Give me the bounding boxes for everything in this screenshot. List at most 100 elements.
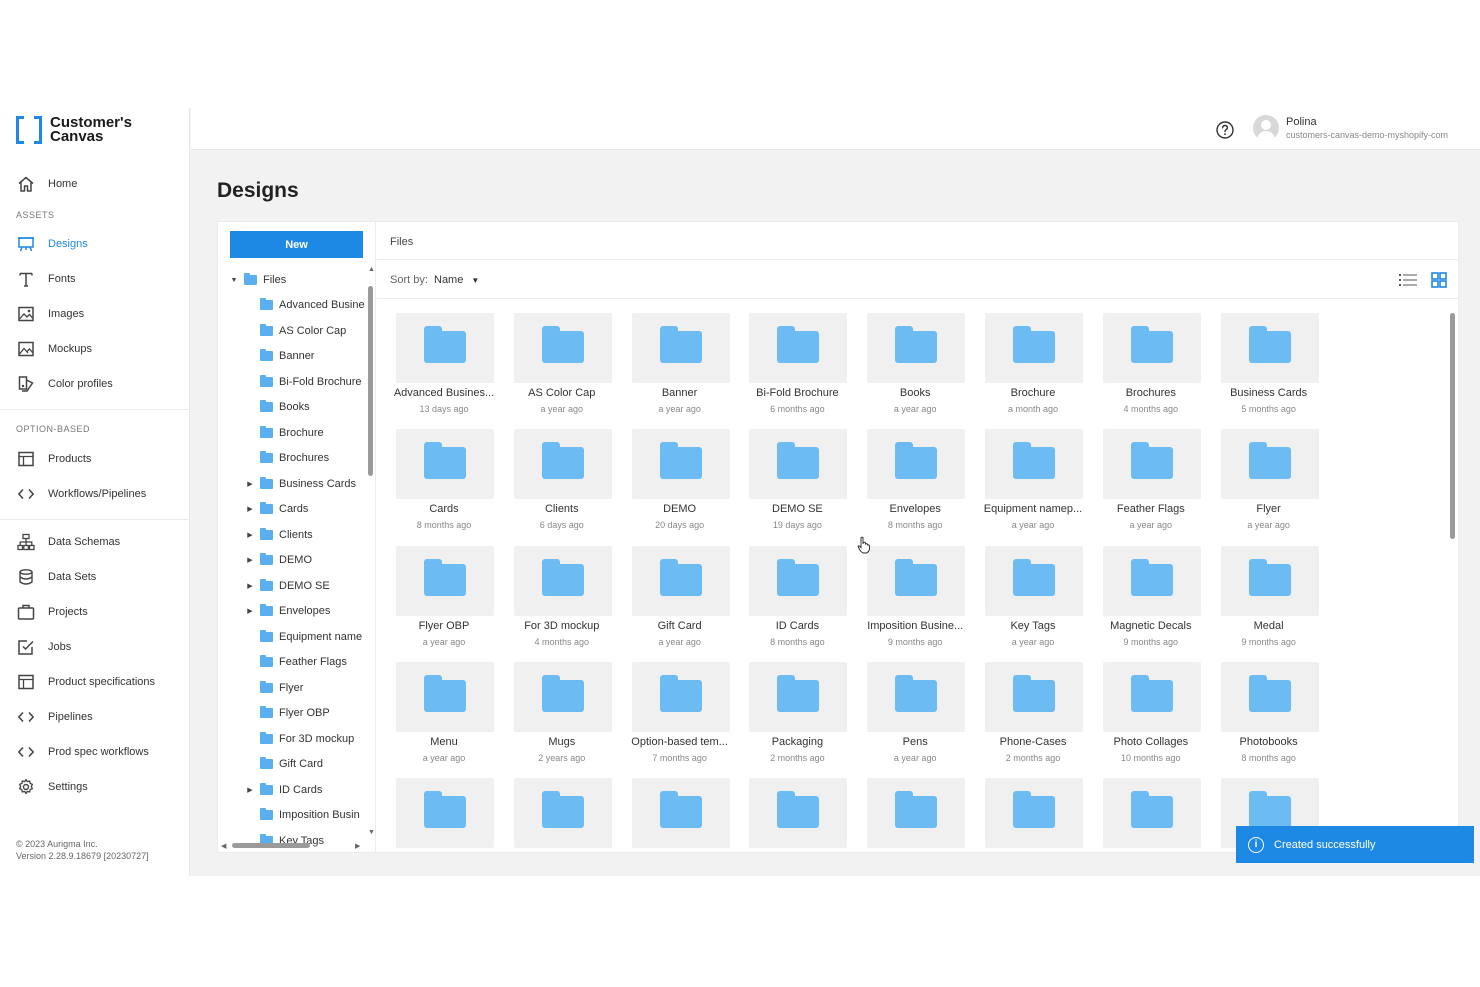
folder-tile[interactable]: Imposition Busine... 9 months ago bbox=[857, 545, 973, 656]
tree-item[interactable]: AS Color Cap bbox=[246, 322, 346, 340]
folder-tile[interactable]: Books a year ago bbox=[857, 313, 973, 423]
tree-item[interactable]: Brochure bbox=[246, 424, 324, 442]
folder-tile[interactable]: Cards 8 months ago bbox=[386, 429, 502, 539]
tree-horizontal-scrollbar[interactable] bbox=[222, 842, 362, 848]
folder-tile[interactable]: Brochures 4 months ago bbox=[1093, 313, 1209, 423]
sidebar-item-products[interactable]: Products bbox=[0, 444, 190, 474]
folder-tile[interactable]: Equipment namep... a year ago bbox=[975, 429, 1091, 539]
folder-tile[interactable]: Photobooks 8 months ago bbox=[1211, 661, 1327, 772]
folder-tile[interactable] bbox=[622, 778, 738, 849]
new-button[interactable]: New bbox=[230, 231, 363, 258]
sidebar-item-images[interactable]: Images bbox=[0, 299, 190, 329]
help-icon[interactable] bbox=[1215, 120, 1235, 140]
tree-hscroll-thumb[interactable] bbox=[232, 843, 310, 848]
tree-item[interactable]: Brochures bbox=[246, 449, 329, 467]
tree-item[interactable]: Bi-Fold Brochure bbox=[246, 373, 362, 391]
folder-tile[interactable] bbox=[504, 778, 620, 849]
folder-tile[interactable]: Key Tags a year ago bbox=[975, 545, 1091, 656]
sort-dropdown[interactable]: Name ▼ bbox=[434, 274, 479, 286]
scroll-down-arrow-icon[interactable]: ▼ bbox=[368, 829, 375, 836]
sidebar-item-fonts[interactable]: Fonts bbox=[0, 264, 190, 294]
tree-item[interactable]: Imposition Busin bbox=[246, 806, 360, 824]
tree-item[interactable]: Equipment name bbox=[246, 628, 362, 646]
tree-item[interactable]: Flyer OBP bbox=[246, 704, 330, 722]
caret-right-icon[interactable]: ▶ bbox=[246, 480, 254, 488]
logo[interactable]: Customer's Canvas bbox=[16, 115, 150, 144]
folder-tile[interactable]: Business Cards 5 months ago bbox=[1211, 313, 1327, 423]
folder-tile[interactable]: Flyer a year ago bbox=[1211, 429, 1327, 539]
folder-tile[interactable]: Photo Collages 10 months ago bbox=[1093, 661, 1209, 772]
folder-tile[interactable]: DEMO 20 days ago bbox=[622, 429, 738, 539]
sidebar-item-data-sets[interactable]: Data Sets bbox=[0, 562, 190, 592]
folder-tile[interactable]: DEMO SE 19 days ago bbox=[739, 429, 855, 539]
sidebar-item-prod-spec-workflows[interactable]: Prod spec workflows bbox=[0, 737, 190, 767]
list-view-icon[interactable] bbox=[1398, 271, 1418, 289]
caret-right-icon[interactable]: ▶ bbox=[246, 505, 254, 513]
scroll-left-arrow-icon[interactable]: ◀ bbox=[221, 842, 226, 850]
scroll-right-arrow-icon[interactable]: ▶ bbox=[355, 842, 360, 850]
folder-tile[interactable]: Phone-Cases 2 months ago bbox=[975, 661, 1091, 772]
folder-tile[interactable]: Envelopes 8 months ago bbox=[857, 429, 973, 539]
tree-item[interactable]: ▶ Business Cards bbox=[246, 475, 356, 493]
folder-tile[interactable]: Flyer OBP a year ago bbox=[386, 545, 502, 656]
folder-tile[interactable]: Option-based tem... 7 months ago bbox=[622, 661, 738, 772]
folder-tile[interactable]: Feather Flags a year ago bbox=[1093, 429, 1209, 539]
grid-vertical-scrollbar[interactable] bbox=[1450, 307, 1455, 852]
sidebar-item-jobs[interactable]: Jobs bbox=[0, 632, 190, 662]
caret-right-icon[interactable]: ▶ bbox=[246, 582, 254, 590]
avatar[interactable] bbox=[1253, 115, 1279, 141]
tree-item[interactable]: ▶ DEMO SE bbox=[246, 577, 330, 595]
folder-tile[interactable]: Clients 6 days ago bbox=[504, 429, 620, 539]
folder-tile[interactable]: Mugs 2 years ago bbox=[504, 661, 620, 772]
tree-item[interactable]: For 3D mockup bbox=[246, 730, 354, 748]
sidebar-item-pipelines[interactable]: Pipelines bbox=[0, 702, 190, 732]
folder-tile[interactable] bbox=[739, 778, 855, 849]
tree-item[interactable]: Advanced Busine bbox=[246, 296, 365, 314]
tree-item[interactable]: Gift Card bbox=[246, 755, 323, 773]
tree-item[interactable]: Flyer bbox=[246, 679, 303, 697]
sidebar-item-settings[interactable]: Settings bbox=[0, 772, 190, 802]
grid-view-icon[interactable] bbox=[1430, 271, 1448, 289]
folder-tile[interactable] bbox=[386, 778, 502, 849]
folder-tile[interactable]: Gift Card a year ago bbox=[622, 545, 738, 656]
breadcrumb[interactable]: Files bbox=[390, 236, 413, 248]
caret-down-icon[interactable]: ▼ bbox=[230, 277, 238, 284]
folder-tile[interactable]: ID Cards 8 months ago bbox=[739, 545, 855, 656]
folder-tile[interactable] bbox=[975, 778, 1091, 849]
tree-item[interactable]: Banner bbox=[246, 347, 314, 365]
tree-item[interactable]: ▶ Cards bbox=[246, 500, 308, 518]
scroll-up-arrow-icon[interactable]: ▲ bbox=[368, 266, 375, 273]
folder-tile[interactable]: Medal 9 months ago bbox=[1211, 545, 1327, 656]
tree-item[interactable]: ▶ ID Cards bbox=[246, 781, 322, 799]
tree-item[interactable]: ▶ DEMO bbox=[246, 551, 312, 569]
tree-vertical-scrollbar[interactable] bbox=[368, 274, 373, 839]
grid-scroll-thumb[interactable] bbox=[1450, 313, 1455, 539]
folder-tile[interactable] bbox=[1093, 778, 1209, 849]
sidebar-item-color-profiles[interactable]: Color profiles bbox=[0, 369, 190, 399]
caret-right-icon[interactable]: ▶ bbox=[246, 531, 254, 539]
caret-right-icon[interactable]: ▶ bbox=[246, 556, 254, 564]
caret-right-icon[interactable]: ▶ bbox=[246, 607, 254, 615]
tree-item[interactable]: ▶ Clients bbox=[246, 526, 313, 544]
sidebar-item-mockups[interactable]: Mockups bbox=[0, 334, 190, 364]
folder-tile[interactable]: Pens a year ago bbox=[857, 661, 973, 772]
folder-tile[interactable]: For 3D mockup 4 months ago bbox=[504, 545, 620, 656]
sidebar-item-product-specifications[interactable]: Product specifications bbox=[0, 667, 190, 697]
sidebar-item-projects[interactable]: Projects bbox=[0, 597, 190, 627]
tree-root-files[interactable]: ▼ Files bbox=[230, 271, 286, 289]
folder-tile[interactable]: Magnetic Decals 9 months ago bbox=[1093, 545, 1209, 656]
folder-tile[interactable] bbox=[857, 778, 973, 849]
folder-tile[interactable]: Banner a year ago bbox=[622, 313, 738, 423]
sidebar-item-designs[interactable]: Designs bbox=[0, 229, 190, 259]
tree-item[interactable]: Books bbox=[246, 398, 310, 416]
folder-tile[interactable]: Menu a year ago bbox=[386, 661, 502, 772]
tree-item[interactable]: Feather Flags bbox=[246, 653, 347, 671]
tree-scroll-thumb[interactable] bbox=[368, 286, 373, 476]
tree-item[interactable]: ▶ Envelopes bbox=[246, 602, 330, 620]
folder-tile[interactable]: AS Color Cap a year ago bbox=[504, 313, 620, 423]
sidebar-item-data-schemas[interactable]: Data Schemas bbox=[0, 527, 190, 557]
user-name[interactable]: Polina bbox=[1286, 116, 1317, 128]
sidebar-item-workflows-pipelines[interactable]: Workflows/Pipelines bbox=[0, 479, 190, 509]
caret-right-icon[interactable]: ▶ bbox=[246, 786, 254, 794]
folder-tile[interactable]: Packaging 2 months ago bbox=[739, 661, 855, 772]
